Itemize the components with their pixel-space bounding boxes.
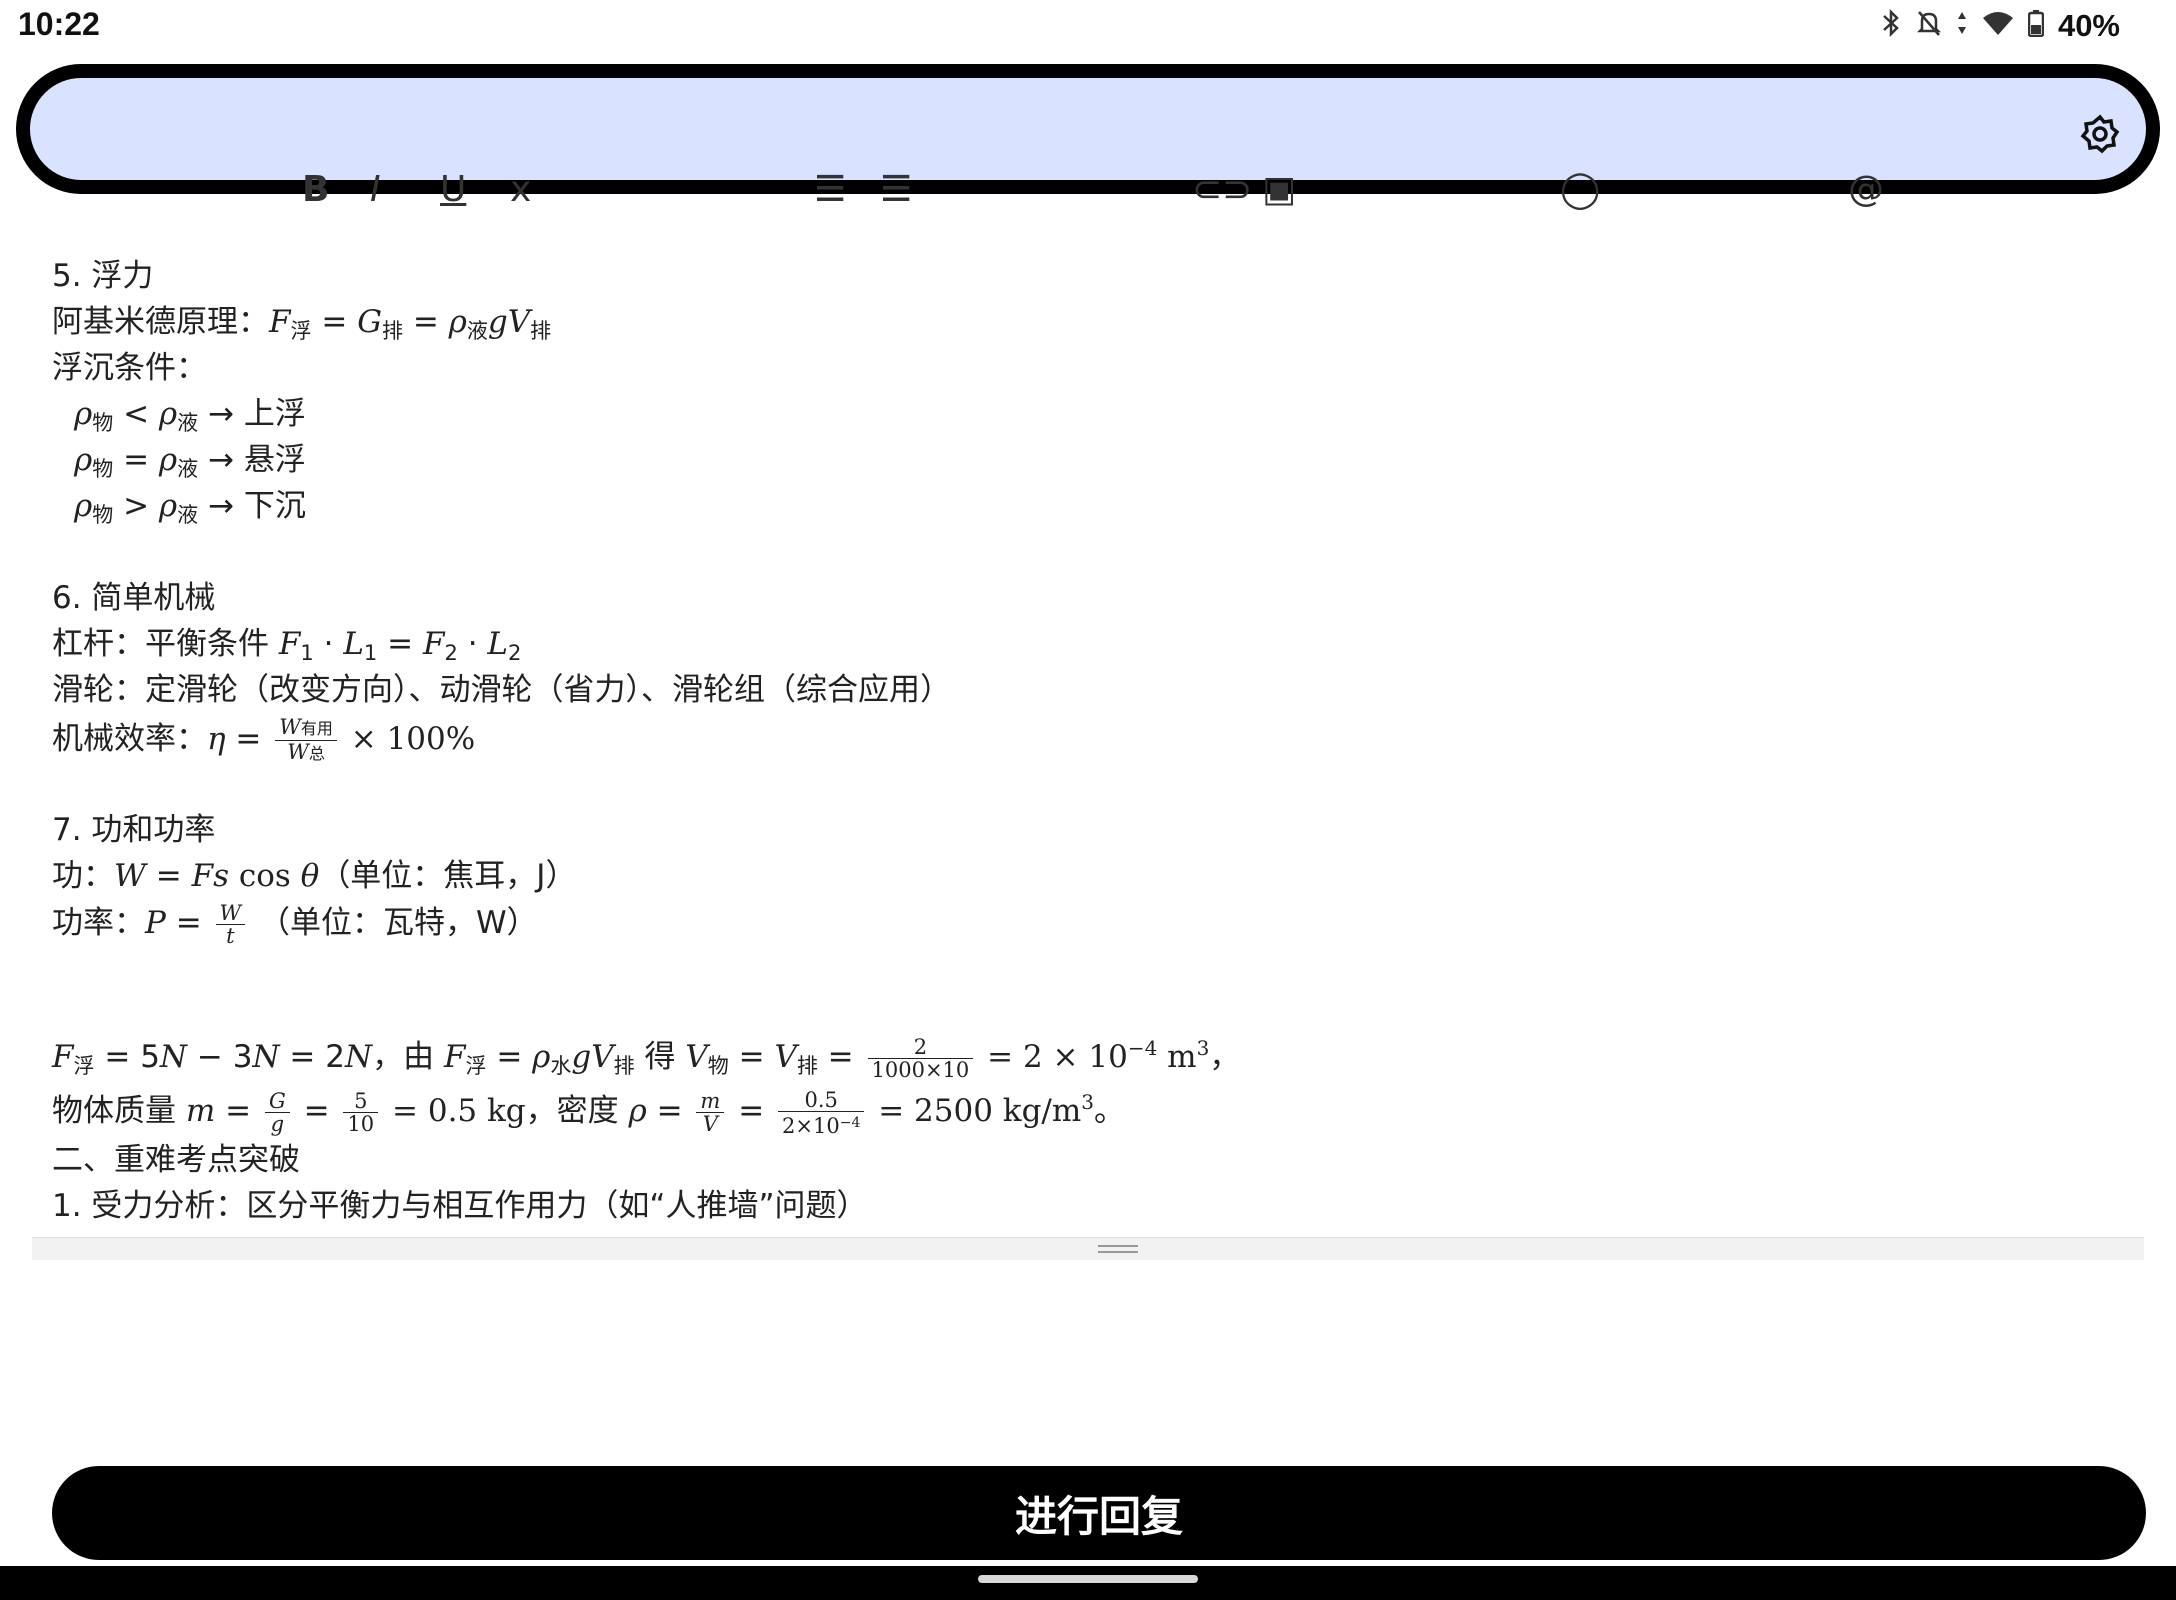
- density-value-fraction: 0.5 2×10−4: [778, 1089, 865, 1137]
- mass-value-fraction: 5 10: [343, 1090, 379, 1135]
- force-analysis-item: 1. 受力分析：区分平衡力与相互作用力（如“人推墙”问题）: [52, 1188, 868, 1224]
- section-2-title: 二、重难考点突破: [52, 1142, 300, 1178]
- section-5-title: 5. 浮力: [52, 258, 154, 294]
- home-indicator[interactable]: [978, 1575, 1198, 1583]
- notifications-off-icon: [1916, 9, 1942, 44]
- emoji-icon[interactable]: ◯: [1560, 172, 1600, 208]
- status-time: 10:22: [18, 6, 100, 42]
- wifi-icon: [1982, 10, 2014, 43]
- power-fraction: Wt: [215, 902, 246, 947]
- condition-suspend: ρ物 = ρ液 → 悬浮: [74, 442, 306, 481]
- calc-text-by: 由: [403, 1039, 435, 1075]
- formatting-toolbar: B I U x ☰ ☰ ⊂⊃ ▣ ◯ @: [0, 172, 2176, 212]
- work-equation: 功：W = Fs cos θ（单位：焦耳，J）: [52, 858, 577, 894]
- bullet-list-icon[interactable]: ☰: [814, 172, 846, 208]
- efficiency-label: 机械效率：: [52, 721, 207, 757]
- condition-rise-result: → 上浮: [208, 396, 306, 432]
- underline-icon[interactable]: U: [440, 172, 466, 208]
- lever-equation: 杠杆：平衡条件 F1 · L1 = F2 · L2: [52, 626, 522, 665]
- pulley-line: 滑轮：定滑轮（改变方向）、动滑轮（省力）、滑轮组（综合应用）: [52, 672, 951, 708]
- status-icons: 40%: [1880, 8, 2120, 44]
- calc-text-get: 得: [644, 1039, 676, 1075]
- bluetooth-icon: [1880, 8, 1902, 44]
- work-unit: （单位：焦耳，J）: [319, 858, 577, 894]
- archimedes-label: 阿基米德原理：: [52, 304, 269, 340]
- volume-fraction: 2 1000×10: [867, 1036, 974, 1081]
- buoyancy-calculation: F浮 = 5N − 3N = 2N，由 F浮 = ρ水gV排 得 V物 = V排…: [52, 1035, 1241, 1082]
- status-bar: 10:22 40%: [0, 0, 2176, 52]
- float-conditions-label: 浮沉条件：: [52, 350, 207, 386]
- efficiency-fraction: W有用 W总: [275, 716, 337, 765]
- section-6-title: 6. 简单机械: [52, 580, 216, 616]
- density-label: ，密度: [525, 1093, 629, 1129]
- data-arrows-icon: [1956, 9, 1968, 44]
- gear-icon[interactable]: [2080, 114, 2120, 154]
- power-unit: （单位：瓦特，W）: [259, 905, 538, 941]
- lever-label: 杠杆：平衡条件: [52, 626, 279, 662]
- mass-fraction: Gg: [264, 1090, 290, 1135]
- condition-suspend-result: → 悬浮: [208, 442, 306, 478]
- battery-percent: 40%: [2057, 8, 2120, 43]
- mass-label: 物体质量: [52, 1093, 186, 1129]
- navigation-bar: [0, 1566, 2176, 1600]
- editor-resize-handle[interactable]: [32, 1237, 2144, 1260]
- italic-icon[interactable]: I: [370, 172, 381, 208]
- image-icon[interactable]: ▣: [1262, 172, 1296, 208]
- section-7-title: 7. 功和功率: [52, 812, 216, 848]
- strike-icon[interactable]: x: [510, 172, 531, 208]
- reply-button[interactable]: 进行回复: [52, 1466, 2146, 1560]
- efficiency-equation: 机械效率：η = W有用 W总 × 100%: [52, 715, 476, 765]
- power-equation: 功率：P = Wt （单位：瓦特，W）: [52, 901, 538, 948]
- drag-grip-icon[interactable]: [1098, 1245, 1138, 1253]
- mass-density-calculation: 物体质量 m = Gg = 5 10 = 0.5 kg，密度 ρ = mV = 0…: [52, 1087, 1125, 1138]
- work-label: 功：: [52, 858, 114, 894]
- efficiency-tail: × 100%: [350, 721, 476, 757]
- condition-sink-result: → 下沉: [208, 488, 306, 524]
- battery-icon: [2027, 9, 2045, 44]
- condition-rise: ρ物 < ρ液 → 上浮: [74, 396, 306, 435]
- archimedes-principle: 阿基米德原理：F浮 = G排 = ρ液gV排: [52, 304, 552, 343]
- bold-icon[interactable]: B: [302, 172, 329, 208]
- mention-icon[interactable]: @: [1848, 172, 1884, 208]
- numbered-list-icon[interactable]: ☰: [880, 172, 912, 208]
- condition-sink: ρ物 > ρ液 → 下沉: [74, 488, 306, 527]
- power-label: 功率：: [52, 905, 145, 941]
- density-fraction: mV: [696, 1090, 725, 1135]
- link-icon[interactable]: ⊂⊃: [1192, 172, 1252, 208]
